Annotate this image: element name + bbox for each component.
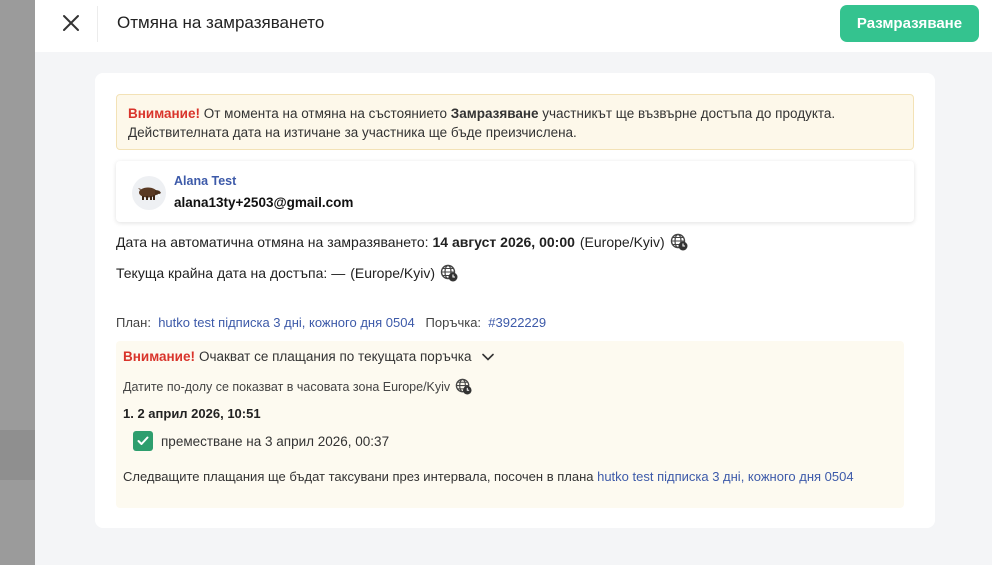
auto-cancel-label: Дата на автоматична отмяна на замразяван… (116, 234, 429, 250)
order-link[interactable]: #3922229 (488, 315, 546, 330)
order-label: Поръчка: (425, 315, 482, 330)
reschedule-checkbox[interactable] (133, 431, 153, 451)
page-backdrop (0, 0, 35, 565)
close-icon (63, 15, 79, 31)
pending-tz-text: Датите по-долу се показват в часовата зо… (123, 379, 451, 394)
panel-header: Отмяна на замразяването Размразяване (35, 0, 992, 52)
pending-toggle[interactable]: Внимание! Очакват се плащания по текущат… (123, 349, 494, 364)
auto-cancel-value: 14 август 2026, 00:00 (432, 234, 575, 250)
auto-cancel-line: Дата на автоматична отмяна на замразяван… (116, 233, 688, 251)
user-card: Alana Test alana13ty+2503@gmail.com (116, 161, 914, 222)
reschedule-label: преместване на 3 април 2026, 00:37 (161, 433, 390, 449)
pending-payments-section: Внимание! Очакват се плащания по текущат… (116, 341, 904, 508)
user-name-link[interactable]: Alana Test (174, 174, 236, 188)
warning-label: Внимание! (128, 106, 200, 121)
warning-text-before: От момента на отмяна на състоянието (199, 106, 451, 121)
header-divider (97, 6, 98, 42)
plan-link[interactable]: hutko test підписка 3 дні, кожного дня 0… (158, 315, 414, 330)
current-end-line: Текуща крайна дата на достъпа: — (Europe… (116, 264, 458, 282)
pending-footer: Следващите плащания ще бъдат таксувани п… (123, 468, 883, 485)
avatar (132, 176, 166, 210)
backdrop-strip (0, 430, 35, 480)
current-end-timezone: (Europe/Kyiv) (350, 265, 436, 281)
current-end-label: Текуща крайна дата на достъпа: — (116, 265, 346, 281)
warning-banner: Внимание! От момента на отмяна на състоя… (116, 94, 914, 150)
page-title: Отмяна на замразяването (117, 13, 325, 32)
unfreeze-panel: Отмяна на замразяването Размразяване Вни… (35, 0, 992, 565)
plan-line: План: hutko test підписка 3 дні, кожного… (116, 315, 546, 330)
pending-title: Очакват се плащания по текущата поръчка (198, 349, 472, 364)
check-icon (137, 436, 149, 445)
content-card: Внимание! От момента на отмяна на състоя… (95, 73, 935, 528)
auto-cancel-timezone: (Europe/Kyiv) (579, 234, 665, 250)
close-button[interactable] (57, 9, 85, 37)
globe-clock-icon[interactable] (455, 378, 472, 395)
globe-clock-icon[interactable] (670, 233, 688, 251)
pending-timezone-note: Датите по-долу се показват в часовата зо… (123, 378, 472, 395)
reschedule-row: преместване на 3 април 2026, 00:37 (133, 431, 389, 451)
plan-label: План: (116, 315, 151, 330)
pending-footer-text: Следващите плащания ще бъдат таксувани п… (123, 469, 598, 484)
unfreeze-button[interactable]: Размразяване (840, 5, 979, 42)
warning-bold: Замразяване (450, 106, 539, 121)
pending-payment-item: 1. 2 април 2026, 10:51 (123, 406, 261, 421)
chevron-down-icon (481, 353, 494, 361)
boar-icon (138, 187, 161, 200)
globe-clock-icon[interactable] (440, 264, 458, 282)
pending-plan-link[interactable]: hutko test підписка 3 дні, кожного дня 0… (597, 469, 853, 484)
pending-warning-label: Внимание! (123, 349, 195, 364)
user-email: alana13ty+2503@gmail.com (174, 195, 354, 210)
